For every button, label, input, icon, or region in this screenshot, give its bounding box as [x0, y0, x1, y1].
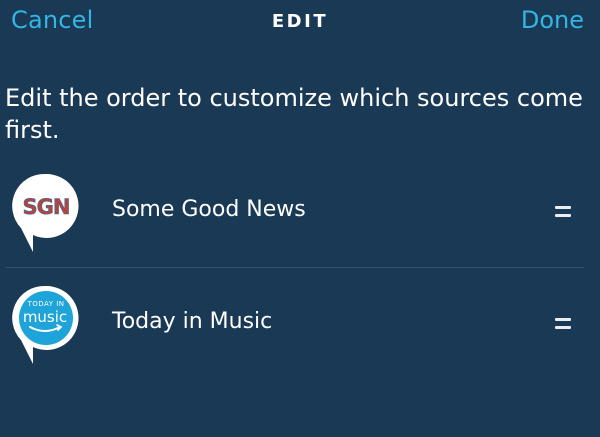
drag-handle-icon[interactable]: [553, 316, 575, 334]
some-good-news-logo-text: SGN: [23, 195, 70, 219]
source-list: SGN Some Good News TODAY IN music Today …: [0, 156, 600, 380]
music-logo-text: music: [23, 308, 67, 326]
source-label: Today in Music: [112, 309, 273, 334]
source-row-today-in-music[interactable]: TODAY IN music Today in Music: [0, 268, 600, 380]
instructions-text: Edit the order to customize which source…: [5, 84, 583, 144]
drag-handle-icon[interactable]: [553, 204, 575, 222]
today-in-logo-text: TODAY IN: [26, 300, 64, 308]
top-navigation-bar: Cancel EDIT Done: [0, 0, 600, 46]
amazon-music-logo-icon: TODAY IN music: [12, 285, 79, 364]
page-title: EDIT: [271, 11, 329, 32]
source-row-some-good-news[interactable]: SGN Some Good News: [0, 156, 600, 268]
source-label: Some Good News: [112, 197, 306, 222]
some-good-news-logo-icon: SGN: [12, 173, 79, 252]
done-button[interactable]: Done: [521, 6, 584, 34]
